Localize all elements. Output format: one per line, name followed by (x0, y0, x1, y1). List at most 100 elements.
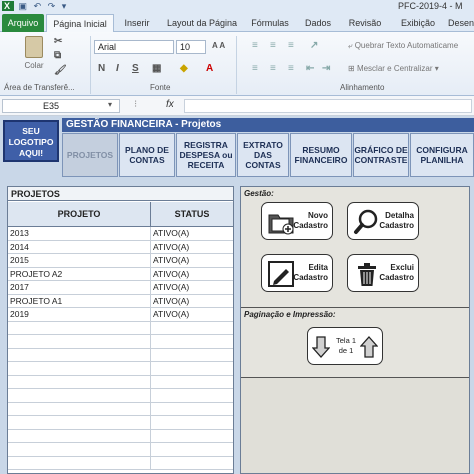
merge-center-button[interactable]: ⊞ Mesclar e Centralizar ▾ (348, 64, 439, 73)
tab-arquivo[interactable]: Arquivo (2, 14, 44, 32)
align-right-icon[interactable]: ≡ (288, 63, 294, 74)
tab-formulas[interactable]: Fórmulas (248, 14, 292, 32)
project-name-cell[interactable]: 2013 (10, 227, 29, 240)
table-row[interactable] (8, 389, 233, 403)
undo-icon[interactable]: ↶ (34, 1, 44, 11)
align-top-icon[interactable]: ≡ (252, 40, 258, 51)
tab-inserir[interactable]: Inserir (118, 14, 156, 32)
table-row[interactable] (8, 429, 233, 443)
name-box-dropdown-icon[interactable]: ▾ (108, 100, 112, 109)
decrease-indent-icon[interactable]: ⇤ (306, 63, 314, 74)
table-row[interactable] (8, 402, 233, 416)
font-color-icon[interactable]: A (206, 63, 213, 74)
column-divider (150, 389, 151, 402)
align-middle-icon[interactable]: ≡ (270, 40, 276, 51)
column-header-status: STATUS (174, 209, 210, 219)
delete-record-button[interactable]: Exclui Cadastro (347, 254, 419, 292)
nav-registra-despesa[interactable]: REGISTRA DESPESA ou RECEITA (176, 133, 236, 177)
table-row[interactable] (8, 348, 233, 362)
column-divider (150, 362, 151, 375)
orientation-icon[interactable]: ↗ (310, 40, 318, 51)
project-status-cell[interactable]: ATIVO(A) (153, 227, 189, 240)
project-status-cell[interactable]: ATIVO(A) (153, 281, 189, 294)
table-row[interactable]: PROJETO A2 ATIVO(A) (8, 267, 233, 281)
table-row[interactable]: 2014 ATIVO(A) (8, 240, 233, 254)
tab-pagina-inicial[interactable]: Página Inicial (46, 14, 114, 33)
table-row[interactable] (8, 375, 233, 389)
page-indicator: Tela 1 de 1 (335, 336, 356, 355)
insert-function-button[interactable]: fx (166, 99, 174, 110)
tab-layout[interactable]: Layout da Página (162, 14, 242, 32)
column-divider (150, 240, 151, 254)
save-icon[interactable]: ▣ (19, 1, 30, 11)
table-row[interactable]: 2015 ATIVO(A) (8, 254, 233, 268)
tab-revisao[interactable]: Revisão (344, 14, 386, 32)
project-name-cell[interactable]: PROJETO A2 (10, 268, 62, 281)
project-status-cell[interactable]: ATIVO(A) (153, 254, 189, 267)
table-row[interactable]: 2013 ATIVO(A) (8, 227, 233, 241)
nav-configura-planilha[interactable]: CONFIGURA PLANILHA (410, 133, 474, 177)
increase-indent-icon[interactable]: ⇥ (322, 63, 330, 74)
table-row[interactable] (8, 335, 233, 349)
project-name-cell[interactable]: PROJETO A1 (10, 295, 62, 308)
cut-icon[interactable]: ✂ (54, 36, 62, 47)
underline-button[interactable]: S (132, 63, 139, 74)
page-down-arrow-icon[interactable] (312, 336, 330, 358)
page-up-arrow-icon[interactable] (360, 336, 378, 358)
project-status-cell[interactable]: ATIVO(A) (153, 241, 189, 254)
detail-record-button[interactable]: Detalha Cadastro (347, 202, 419, 240)
name-box[interactable]: E35 (2, 99, 120, 113)
chevron-down-icon: ▾ (432, 64, 439, 73)
customize-icon[interactable]: ▾ (62, 1, 69, 11)
nav-projetos[interactable]: PROJETOS (62, 133, 118, 177)
paste-button[interactable]: Colar (14, 36, 54, 80)
fill-color-icon[interactable]: ◆ (180, 63, 188, 74)
table-row[interactable] (8, 362, 233, 376)
nav-extrato-contas[interactable]: EXTRATO DAS CONTAS (237, 133, 289, 177)
nav-plano-de-contas[interactable]: PLANO DE CONTAS (119, 133, 175, 177)
project-name-cell[interactable]: 2019 (10, 308, 29, 321)
actions-panel: Gestão: Novo Cadastro Detalha Cadastro E (240, 186, 470, 474)
align-bottom-icon[interactable]: ≡ (288, 40, 294, 51)
project-status-cell[interactable]: ATIVO(A) (153, 268, 189, 281)
edit-record-button[interactable]: Edita Cadastro (261, 254, 333, 292)
tab-dados[interactable]: Dados (300, 14, 336, 32)
tab-desenvolvedor[interactable]: Desen (446, 14, 474, 32)
project-name-cell[interactable]: 2017 (10, 281, 29, 294)
column-divider (150, 308, 151, 321)
new-record-button[interactable]: Novo Cadastro (261, 202, 333, 240)
format-painter-icon[interactable]: 🖌 (54, 65, 67, 76)
table-row[interactable] (8, 416, 233, 430)
project-name-cell[interactable]: 2015 (10, 254, 29, 267)
table-row[interactable] (8, 443, 233, 457)
separator (90, 36, 91, 94)
align-center-icon[interactable]: ≡ (270, 63, 276, 74)
table-row[interactable] (8, 456, 233, 470)
merge-icon: ⊞ (348, 64, 357, 73)
redo-icon[interactable]: ↷ (48, 1, 58, 11)
font-name-select[interactable]: Arial (94, 40, 174, 54)
nav-resumo-financeiro[interactable]: RESUMO FINANCEIRO (290, 133, 352, 177)
projects-table-header: PROJETO STATUS (8, 202, 233, 227)
wrap-text-button[interactable]: ⤶ Quebrar Texto Automaticame (348, 41, 458, 51)
nav-grafico-contraste[interactable]: GRÁFICO DE CONTRASTE (353, 133, 409, 177)
clipboard-icon (25, 36, 43, 58)
italic-button[interactable]: I (116, 63, 119, 74)
project-status-cell[interactable]: ATIVO(A) (153, 295, 189, 308)
tab-exibicao[interactable]: Exibição (394, 14, 442, 32)
table-row[interactable]: 2017 ATIVO(A) (8, 281, 233, 295)
formula-input[interactable] (184, 99, 472, 113)
copy-icon[interactable]: ⧉ (54, 50, 61, 61)
table-row[interactable] (8, 321, 233, 335)
bold-button[interactable]: N (98, 63, 105, 74)
table-row[interactable]: 2019 ATIVO(A) (8, 308, 233, 322)
align-left-icon[interactable]: ≡ (252, 63, 258, 74)
column-divider (150, 443, 151, 456)
quick-access-toolbar[interactable]: X ▣ ↶ ↷ ▾ (2, 1, 68, 12)
table-row[interactable]: PROJETO A1 ATIVO(A) (8, 294, 233, 308)
grow-font-icon[interactable]: A A (212, 41, 225, 50)
borders-icon[interactable]: ▦ (152, 63, 161, 74)
project-name-cell[interactable]: 2014 (10, 241, 29, 254)
font-size-select[interactable]: 10 (176, 40, 206, 54)
project-status-cell[interactable]: ATIVO(A) (153, 308, 189, 321)
